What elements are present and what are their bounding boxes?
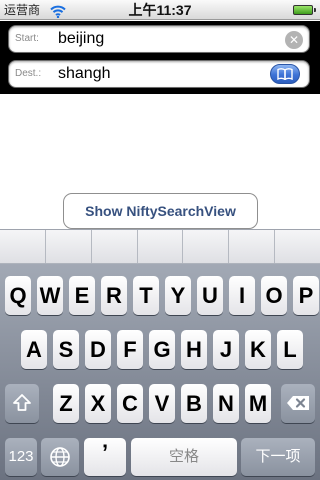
key-e[interactable]: E	[69, 276, 95, 315]
key-f[interactable]: F	[117, 330, 143, 369]
candidate-bar	[0, 229, 320, 264]
numbers-key[interactable]: 123	[5, 438, 37, 476]
key-u[interactable]: U	[197, 276, 223, 315]
key-t[interactable]: T	[133, 276, 159, 315]
status-bar: 运营商 上午11:37	[0, 0, 320, 20]
key-w[interactable]: W	[37, 276, 63, 315]
battery-icon	[293, 5, 316, 15]
dest-field[interactable]: Dest.: shangh	[8, 60, 310, 88]
key-b[interactable]: B	[181, 384, 207, 423]
candidate-slot[interactable]	[275, 230, 320, 263]
start-field[interactable]: Start: beijing ✕	[8, 25, 310, 53]
key-v[interactable]: V	[149, 384, 175, 423]
space-key[interactable]: 空格	[131, 438, 237, 476]
key-g[interactable]: G	[149, 330, 175, 369]
key-j[interactable]: J	[213, 330, 239, 369]
key-n[interactable]: N	[213, 384, 239, 423]
show-nifty-search-view-button[interactable]: Show NiftySearchView	[63, 193, 258, 229]
start-input-value[interactable]: beijing	[58, 29, 104, 49]
candidate-slot[interactable]	[0, 230, 46, 263]
clear-icon[interactable]: ✕	[285, 31, 303, 49]
candidate-slot[interactable]	[92, 230, 138, 263]
key-a[interactable]: A	[21, 330, 47, 369]
backspace-icon[interactable]	[281, 384, 315, 423]
candidate-slot[interactable]	[138, 230, 184, 263]
key-s[interactable]: S	[53, 330, 79, 369]
start-label: Start:	[15, 33, 39, 44]
key-l[interactable]: L	[277, 330, 303, 369]
candidate-slot[interactable]	[229, 230, 276, 263]
key-r[interactable]: R	[101, 276, 127, 315]
dest-input-value[interactable]: shangh	[58, 64, 111, 84]
key-d[interactable]: D	[85, 330, 111, 369]
key-m[interactable]: M	[245, 384, 271, 423]
bookmarks-icon[interactable]	[270, 64, 300, 84]
candidate-slot[interactable]	[183, 230, 230, 263]
globe-icon[interactable]	[41, 438, 79, 476]
shift-icon[interactable]	[5, 384, 39, 423]
candidate-slot[interactable]	[46, 230, 92, 263]
key-c[interactable]: C	[117, 384, 143, 423]
keyboard: Q W E R T Y U I O P A S D F G H J K L Z …	[0, 264, 320, 480]
dest-label: Dest.:	[15, 68, 42, 79]
key-i[interactable]: I	[229, 276, 255, 315]
key-k[interactable]: K	[245, 330, 271, 369]
key-z[interactable]: Z	[53, 384, 79, 423]
key-q[interactable]: Q	[5, 276, 31, 315]
key-y[interactable]: Y	[165, 276, 191, 315]
next-field-key[interactable]: 下一项	[241, 438, 315, 476]
key-h[interactable]: H	[181, 330, 207, 369]
key-p[interactable]: P	[293, 276, 319, 315]
apostrophe-key[interactable]: ’	[84, 438, 126, 476]
search-header: Start: beijing ✕ Dest.: shangh	[0, 21, 320, 94]
key-x[interactable]: X	[85, 384, 111, 423]
status-time: 上午11:37	[128, 2, 192, 18]
key-o[interactable]: O	[261, 276, 287, 315]
